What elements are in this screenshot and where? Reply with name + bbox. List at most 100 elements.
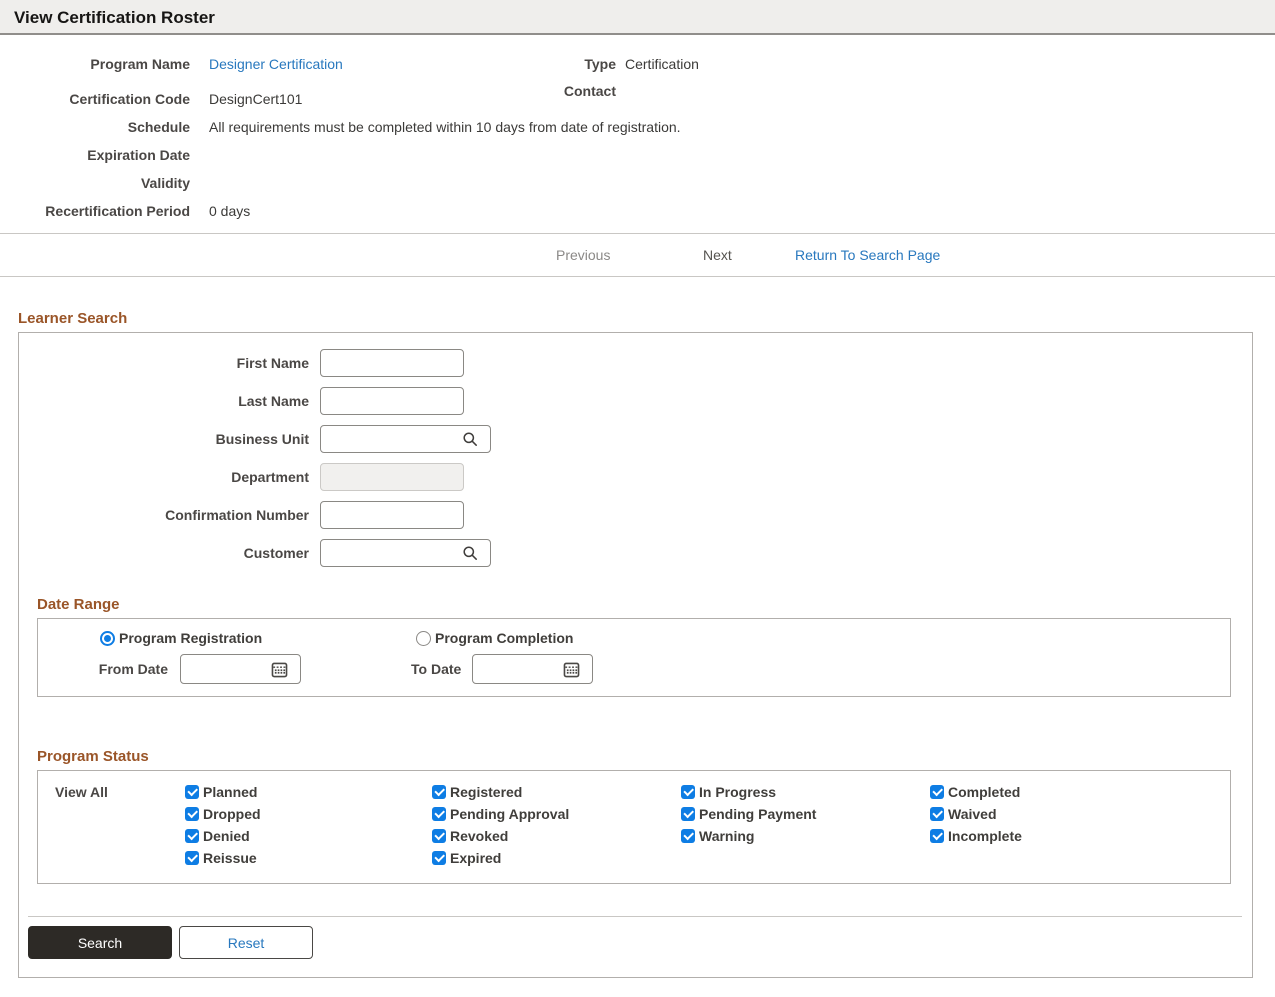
checked-checkbox-icon[interactable] xyxy=(930,784,944,799)
program-info: Program Name Designer Certification Cert… xyxy=(0,35,1275,233)
view-all-label: View All xyxy=(55,784,108,800)
program-registration-label: Program Registration xyxy=(119,630,263,646)
date-range-heading: Date Range xyxy=(37,596,120,613)
status-checkbox-grid: Planned Registered In Progress Completed… xyxy=(185,784,1230,866)
business-unit-lookup xyxy=(320,425,491,453)
previous-button[interactable]: Previous xyxy=(556,234,610,276)
search-button[interactable]: Search xyxy=(28,926,172,959)
program-status-box: View All Planned Registered In Progress … xyxy=(37,770,1231,884)
status-checkbox-in-progress[interactable]: In Progress xyxy=(681,784,930,800)
contact-label: Contact xyxy=(563,82,616,99)
program-name-label: Program Name xyxy=(90,56,190,72)
recertification-period-row: Recertification Period 0 days xyxy=(0,197,1275,225)
status-checkbox-revoked[interactable]: Revoked xyxy=(432,828,681,844)
customer-label: Customer xyxy=(243,545,309,561)
status-checkbox-pending-payment[interactable]: Pending Payment xyxy=(681,806,930,822)
last-name-label: Last Name xyxy=(238,393,309,409)
recertification-period-value: 0 days xyxy=(209,203,251,219)
validity-label: Validity xyxy=(140,175,190,191)
status-checkbox-waived[interactable]: Waived xyxy=(930,806,1230,822)
status-checkbox-planned[interactable]: Planned xyxy=(185,784,432,800)
from-date-input[interactable] xyxy=(181,656,270,682)
page-title: View Certification Roster xyxy=(14,8,215,27)
date-range-radios: Program Registration Program Completion xyxy=(38,630,1230,646)
learner-search-heading: Learner Search xyxy=(18,310,128,327)
radio-unselected-icon[interactable] xyxy=(416,630,431,646)
status-checkbox-warning[interactable]: Warning xyxy=(681,828,930,844)
learner-search-panel: First Name Last Name Business Unit Depar… xyxy=(18,332,1253,978)
reset-button[interactable]: Reset xyxy=(179,926,313,959)
checked-checkbox-icon[interactable] xyxy=(930,806,944,821)
radio-selected-icon[interactable] xyxy=(100,630,115,646)
to-date-label: To Date xyxy=(411,661,462,677)
confirmation-number-input[interactable] xyxy=(320,501,464,529)
checked-checkbox-icon[interactable] xyxy=(681,828,695,843)
checked-checkbox-icon[interactable] xyxy=(930,828,944,843)
checked-checkbox-icon[interactable] xyxy=(681,806,695,821)
type-label: Type xyxy=(584,55,616,72)
checked-checkbox-icon[interactable] xyxy=(681,784,695,799)
department-input xyxy=(320,463,464,491)
certification-code-value: DesignCert101 xyxy=(209,91,303,107)
business-unit-label: Business Unit xyxy=(215,431,309,447)
checked-checkbox-icon[interactable] xyxy=(185,828,199,843)
checked-checkbox-icon[interactable] xyxy=(432,806,446,821)
schedule-label: Schedule xyxy=(127,119,190,135)
contact-row: Contact xyxy=(480,77,699,104)
program-name-link[interactable]: Designer Certification xyxy=(209,56,343,72)
last-name-input[interactable] xyxy=(320,387,464,415)
program-registration-option[interactable]: Program Registration xyxy=(100,630,262,646)
customer-row: Customer xyxy=(19,539,1252,567)
checked-checkbox-icon[interactable] xyxy=(432,828,446,843)
checked-checkbox-icon[interactable] xyxy=(432,850,446,865)
status-checkbox-pending-approval[interactable]: Pending Approval xyxy=(432,806,681,822)
validity-row: Validity xyxy=(0,169,1275,197)
status-checkbox-completed[interactable]: Completed xyxy=(930,784,1230,800)
business-unit-input[interactable] xyxy=(321,427,462,451)
button-divider xyxy=(28,916,1242,917)
from-date-field xyxy=(180,654,301,684)
checked-checkbox-icon[interactable] xyxy=(432,784,446,799)
status-checkbox-expired[interactable]: Expired xyxy=(432,850,681,866)
to-date-input[interactable] xyxy=(473,656,563,682)
status-checkbox-dropped[interactable]: Dropped xyxy=(185,806,432,822)
expiration-date-row: Expiration Date xyxy=(0,141,1275,169)
status-checkbox-denied[interactable]: Denied xyxy=(185,828,432,844)
program-completion-option[interactable]: Program Completion xyxy=(416,630,573,646)
type-row: Type Certification xyxy=(480,50,699,77)
status-checkbox-incomplete[interactable]: Incomplete xyxy=(930,828,1230,844)
department-label: Department xyxy=(231,469,309,485)
last-name-row: Last Name xyxy=(19,387,1252,415)
calendar-icon[interactable] xyxy=(562,660,581,679)
page-header: View Certification Roster xyxy=(0,0,1275,35)
pager-nav: Previous Next Return To Search Page xyxy=(0,233,1275,277)
expiration-date-label: Expiration Date xyxy=(87,147,190,163)
program-info-right: Type Certification Contact xyxy=(480,50,699,104)
date-range-box: Program Registration Program Completion … xyxy=(37,618,1231,697)
customer-lookup xyxy=(320,539,491,567)
action-buttons: Search Reset xyxy=(28,926,1252,959)
customer-input[interactable] xyxy=(321,541,462,565)
search-icon[interactable] xyxy=(462,431,478,447)
recertification-period-label: Recertification Period xyxy=(45,203,190,219)
business-unit-row: Business Unit xyxy=(19,425,1252,453)
schedule-value: All requirements must be completed withi… xyxy=(209,119,681,135)
return-to-search-link[interactable]: Return To Search Page xyxy=(795,234,940,276)
first-name-label: First Name xyxy=(236,355,309,371)
to-date-field xyxy=(472,654,594,684)
date-inputs-row: From Date To Date xyxy=(38,654,1230,684)
search-icon[interactable] xyxy=(462,545,478,561)
calendar-icon[interactable] xyxy=(270,660,289,679)
confirmation-number-label: Confirmation Number xyxy=(165,507,309,523)
checked-checkbox-icon[interactable] xyxy=(185,784,199,799)
status-checkbox-registered[interactable]: Registered xyxy=(432,784,681,800)
first-name-input[interactable] xyxy=(320,349,464,377)
program-completion-label: Program Completion xyxy=(435,630,574,646)
next-button[interactable]: Next xyxy=(703,234,732,276)
checked-checkbox-icon[interactable] xyxy=(185,806,199,821)
search-fields: First Name Last Name Business Unit Depar… xyxy=(19,333,1252,567)
department-row: Department xyxy=(19,463,1252,491)
checked-checkbox-icon[interactable] xyxy=(185,850,199,865)
first-name-row: First Name xyxy=(19,349,1252,377)
status-checkbox-reissue[interactable]: Reissue xyxy=(185,850,432,866)
